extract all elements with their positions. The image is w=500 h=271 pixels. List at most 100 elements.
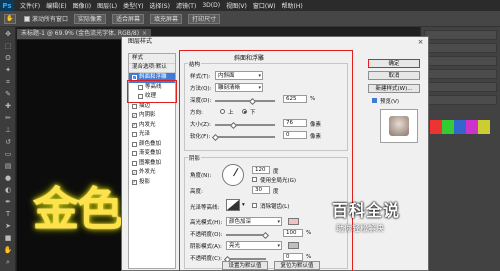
anti-alias-checkbox[interactable] bbox=[252, 203, 257, 208]
menu-filter[interactable]: 滤镜(T) bbox=[176, 1, 196, 10]
menu-edit[interactable]: 编辑(E) bbox=[46, 1, 66, 10]
swatch[interactable] bbox=[466, 120, 478, 134]
blur-tool-icon[interactable]: ● bbox=[3, 174, 13, 183]
style-item-color-overlay[interactable]: 颜色叠加 bbox=[129, 140, 175, 150]
size-input[interactable]: 76 bbox=[283, 119, 307, 127]
actual-pixels-button[interactable]: 实际像素 bbox=[74, 13, 107, 24]
preview-checkbox[interactable] bbox=[372, 98, 377, 103]
shadow-mode-select[interactable]: 亮光 ▾ bbox=[226, 241, 282, 250]
checkbox-checked-icon[interactable]: ✓ bbox=[132, 179, 137, 185]
close-icon[interactable]: × bbox=[416, 38, 425, 46]
checkbox-icon[interactable] bbox=[132, 103, 137, 109]
gradient-tool-icon[interactable]: ▤ bbox=[3, 162, 13, 171]
panel-row[interactable] bbox=[424, 82, 497, 92]
checkbox-icon[interactable] bbox=[132, 141, 137, 147]
style-item-inner-glow[interactable]: ✓ 内发光 bbox=[129, 121, 175, 131]
history-brush-icon[interactable]: ↺ bbox=[3, 138, 13, 147]
path-select-icon[interactable]: ➤ bbox=[3, 222, 13, 231]
direction-up-radio[interactable] bbox=[220, 109, 225, 114]
ok-button[interactable]: 确定 bbox=[368, 59, 420, 68]
zoom-tool-icon[interactable]: ⌕ bbox=[3, 258, 13, 267]
print-size-button[interactable]: 打印尺寸 bbox=[188, 13, 221, 24]
panel-row[interactable] bbox=[424, 30, 497, 40]
style-item-gradient-overlay[interactable]: 渐变叠加 bbox=[129, 149, 175, 159]
panel-row[interactable] bbox=[424, 56, 497, 66]
eyedropper-icon[interactable]: ✎ bbox=[3, 90, 13, 99]
hand-tool-icon[interactable]: ✋ bbox=[4, 13, 16, 24]
depth-input[interactable]: 625 bbox=[283, 95, 307, 103]
fit-screen-button[interactable]: 适合屏幕 bbox=[112, 13, 145, 24]
highlight-opacity-input[interactable]: 100 bbox=[283, 229, 303, 237]
style-item-stroke[interactable]: 描边 bbox=[129, 102, 175, 112]
fill-screen-button[interactable]: 填充屏幕 bbox=[150, 13, 183, 24]
swatches-strip[interactable] bbox=[430, 120, 490, 134]
gloss-contour-picker[interactable] bbox=[226, 199, 240, 211]
magic-wand-icon[interactable]: ✦ bbox=[3, 66, 13, 75]
depth-slider[interactable] bbox=[215, 100, 275, 102]
shadow-color-swatch[interactable] bbox=[288, 242, 299, 249]
swatch[interactable] bbox=[442, 120, 454, 134]
panel-row[interactable] bbox=[424, 43, 497, 53]
highlight-mode-select[interactable]: 颜色加深 ▾ bbox=[226, 217, 282, 226]
shadow-opacity-input[interactable]: 0 bbox=[283, 253, 303, 261]
checkbox-icon[interactable] bbox=[132, 132, 137, 138]
scroll-all-checkbox[interactable] bbox=[24, 15, 30, 22]
style-list-header-blending[interactable]: 混合选项:默认 bbox=[129, 63, 175, 73]
hand-tool-icon-2[interactable]: ✋ bbox=[3, 246, 13, 255]
checkbox-checked-icon[interactable]: ✓ bbox=[132, 122, 137, 128]
highlight-opacity-slider[interactable] bbox=[226, 234, 266, 236]
shadow-opacity-slider[interactable] bbox=[226, 258, 266, 260]
soften-slider[interactable] bbox=[215, 136, 275, 138]
swatch[interactable] bbox=[454, 120, 466, 134]
pen-tool-icon[interactable]: ✒ bbox=[3, 198, 13, 207]
menu-type[interactable]: 类型(Y) bbox=[123, 1, 143, 10]
brush-tool-icon[interactable]: ✏ bbox=[3, 114, 13, 123]
checkbox-checked-icon[interactable]: ✓ bbox=[132, 75, 137, 81]
style-item-outer-glow[interactable]: ✓ 外发光 bbox=[129, 168, 175, 178]
document-canvas[interactable]: 金色 bbox=[17, 40, 121, 271]
style-item-bevel-emboss[interactable]: ✓ 斜面和浮雕 bbox=[129, 73, 175, 83]
style-item-contour[interactable]: 等高线 bbox=[129, 83, 175, 93]
menu-select[interactable]: 选择(S) bbox=[149, 1, 170, 10]
cancel-button[interactable]: 取消 bbox=[368, 71, 420, 80]
checkbox-icon[interactable] bbox=[138, 84, 143, 90]
checkbox-icon[interactable] bbox=[138, 94, 143, 100]
soften-input[interactable]: 0 bbox=[283, 131, 307, 139]
direction-down-radio[interactable] bbox=[242, 109, 247, 114]
menu-layer[interactable]: 图层(L) bbox=[97, 1, 117, 10]
menu-3d[interactable]: 3D(D) bbox=[202, 2, 220, 9]
move-tool-icon[interactable]: ✥ bbox=[3, 30, 13, 39]
checkbox-icon[interactable] bbox=[132, 160, 137, 166]
size-slider[interactable] bbox=[215, 124, 275, 126]
new-style-button[interactable]: 新建样式(W)... bbox=[368, 84, 420, 93]
checkbox-checked-icon[interactable]: ✓ bbox=[132, 170, 137, 176]
dodge-tool-icon[interactable]: ◐ bbox=[3, 186, 13, 195]
swatch[interactable] bbox=[430, 120, 442, 134]
chevron-down-icon[interactable]: ▾ bbox=[242, 202, 245, 208]
menu-file[interactable]: 文件(F) bbox=[20, 1, 40, 10]
style-item-satin[interactable]: 光泽 bbox=[129, 130, 175, 140]
crop-tool-icon[interactable]: ⌗ bbox=[3, 78, 13, 87]
altitude-input[interactable]: 30 bbox=[252, 186, 270, 194]
menu-window[interactable]: 窗口(W) bbox=[253, 1, 276, 10]
style-item-pattern-overlay[interactable]: 图案叠加 bbox=[129, 159, 175, 169]
type-tool-icon[interactable]: T bbox=[3, 210, 13, 219]
reset-default-button[interactable]: 复位为默认值 bbox=[274, 261, 320, 270]
panel-row[interactable] bbox=[424, 69, 497, 79]
menu-help[interactable]: 帮助(H) bbox=[282, 1, 303, 10]
bevel-style-select[interactable]: 内斜面 ▾ bbox=[215, 71, 263, 80]
checkbox-checked-icon[interactable]: ✓ bbox=[132, 113, 137, 119]
eraser-tool-icon[interactable]: ▭ bbox=[3, 150, 13, 159]
angle-dial[interactable] bbox=[222, 164, 244, 186]
style-item-inner-shadow[interactable]: ✓ 内阴影 bbox=[129, 111, 175, 121]
highlight-color-swatch[interactable] bbox=[288, 218, 299, 225]
swatch[interactable] bbox=[478, 120, 490, 134]
shape-tool-icon[interactable]: ■ bbox=[3, 234, 13, 243]
angle-input[interactable]: 120 bbox=[252, 166, 270, 174]
style-item-texture[interactable]: 纹理 bbox=[129, 92, 175, 102]
stamp-tool-icon[interactable]: ⊥ bbox=[3, 126, 13, 135]
healing-brush-icon[interactable]: ✚ bbox=[3, 102, 13, 111]
global-light-checkbox[interactable] bbox=[252, 177, 257, 182]
marquee-tool-icon[interactable]: ⬚ bbox=[3, 42, 13, 51]
menu-view[interactable]: 视图(V) bbox=[226, 1, 247, 10]
